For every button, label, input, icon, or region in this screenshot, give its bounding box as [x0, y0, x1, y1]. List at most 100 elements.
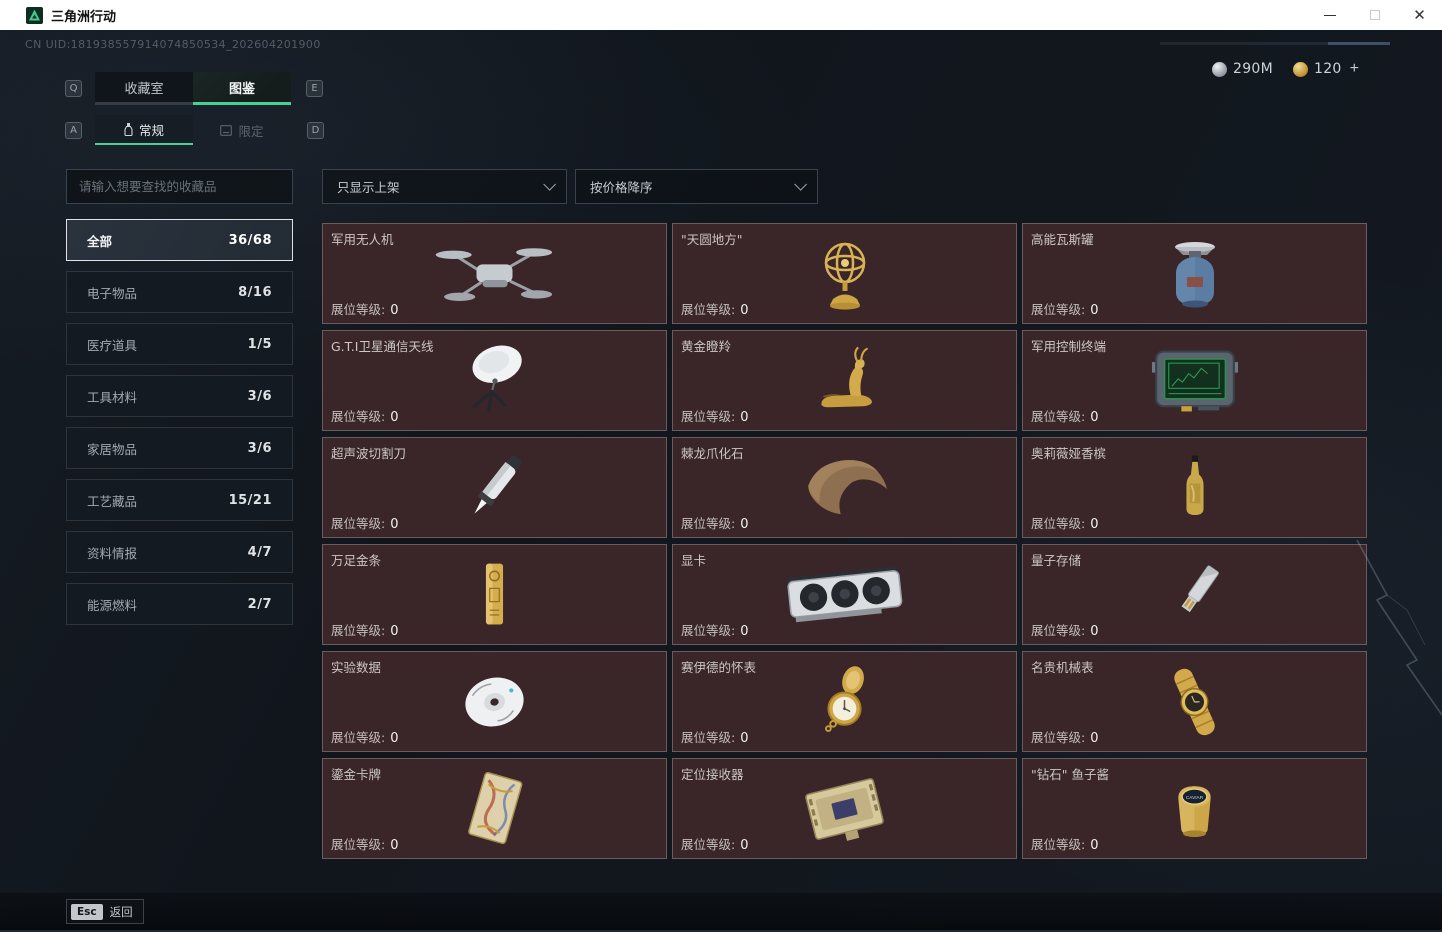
item-level-value: 0: [390, 838, 399, 853]
item-level-row: 展位等级: 0: [331, 834, 399, 853]
filter-dropdown-listed[interactable]: 只显示上架: [322, 169, 567, 204]
minimize-button[interactable]: [1307, 0, 1352, 30]
item-name: 名贵机械表: [1031, 660, 1094, 675]
add-currency-button[interactable]: +: [1348, 60, 1361, 78]
item-name: 军用无人机: [331, 232, 394, 247]
item-level-value: 0: [740, 410, 749, 425]
subtab-regular[interactable]: 常规: [95, 115, 193, 145]
item-level-value: 0: [740, 517, 749, 532]
item-card-12[interactable]: 实验数据 展位等级: 0: [322, 651, 667, 752]
item-card-3[interactable]: G.T.I卫星通信天线 展位等级: 0: [322, 330, 667, 431]
item-name: 显卡: [681, 553, 707, 568]
sidebar-item-label: 全部: [87, 233, 113, 249]
item-name: 赛伊德的怀表: [681, 660, 757, 675]
flask-icon: [124, 122, 133, 136]
item-level-label: 展位等级:: [681, 516, 736, 531]
sidebar-item-2[interactable]: 医疗道具 1/5: [66, 323, 293, 365]
sort-dropdown-price[interactable]: 按价格降序: [575, 169, 818, 204]
item-level-row: 展位等级: 0: [331, 620, 399, 639]
sidebar-item-count: 4/7: [247, 544, 272, 560]
close-icon: ✕: [1413, 6, 1426, 24]
sidebar-item-label: 资料情报: [87, 545, 138, 561]
item-card-15[interactable]: 鎏金卡牌展位等级: 0: [322, 758, 667, 859]
gold-currency: 120 +: [1293, 60, 1361, 78]
item-card-5[interactable]: 军用控制终端 展位等级: 0: [1022, 330, 1367, 431]
item-level-row: 展位等级: 0: [331, 513, 399, 532]
currency-row: 290M 120 +: [1212, 60, 1361, 78]
close-button[interactable]: ✕: [1397, 0, 1442, 30]
sidebar-item-label: 工艺藏品: [87, 493, 138, 509]
sidebar-item-7[interactable]: 能源燃料 2/7: [66, 583, 293, 625]
sidebar-item-count: 3/6: [247, 388, 272, 404]
gold-currency-value: 120: [1314, 61, 1342, 77]
sidebar-item-label: 能源燃料: [87, 597, 138, 613]
item-card-11[interactable]: 量子存储 展位等级: 0: [1022, 544, 1367, 645]
item-level-label: 展位等级:: [331, 837, 386, 852]
chevron-down-icon: [543, 178, 556, 191]
sidebar-item-count: 15/21: [228, 492, 272, 508]
item-card-17[interactable]: CAVIAR "钻石" 鱼子酱 展位等级: 0: [1022, 758, 1367, 859]
item-level-value: 0: [740, 624, 749, 639]
game-screen: CN UID:181938557914074850534_20260420190…: [0, 30, 1442, 932]
item-name: 定位接收器: [681, 767, 744, 782]
item-card-8[interactable]: 奥莉薇娅香槟 展位等级: 0: [1022, 437, 1367, 538]
item-card-0[interactable]: 军用无人机展位等级: 0: [322, 223, 667, 324]
silver-currency: 290M: [1212, 61, 1273, 77]
tab-catalog[interactable]: 图鉴: [193, 72, 291, 105]
sidebar-item-0[interactable]: 全部 36/68: [66, 219, 293, 261]
item-level-row: 展位等级: 0: [331, 299, 399, 318]
item-name: 军用控制终端: [1031, 339, 1107, 354]
item-card-16[interactable]: 定位接收器展位等级: 0: [672, 758, 1017, 859]
item-level-label: 展位等级:: [1031, 837, 1086, 852]
app-window: 三角洲行动 ✕ CN UID:181938557914074850534_202…: [0, 0, 1442, 932]
item-level-row: 展位等级: 0: [331, 406, 399, 425]
player-uid: CN UID:181938557914074850534_20260420190…: [25, 38, 321, 51]
item-card-14[interactable]: 名贵机械表 展位等级: 0: [1022, 651, 1367, 752]
maximize-icon: [1369, 10, 1380, 20]
sidebar-item-count: 2/7: [247, 596, 272, 612]
item-level-label: 展位等级:: [331, 302, 386, 317]
sidebar-item-label: 家居物品: [87, 441, 138, 457]
search-input[interactable]: [66, 169, 293, 204]
sidebar-item-3[interactable]: 工具材料 3/6: [66, 375, 293, 417]
item-level-value: 0: [390, 303, 399, 318]
sidebar-item-label: 工具材料: [87, 389, 138, 405]
sidebar-item-6[interactable]: 资料情报 4/7: [66, 531, 293, 573]
sidebar-item-1[interactable]: 电子物品 8/16: [66, 271, 293, 313]
key-hint-q: Q: [65, 80, 82, 97]
sidebar-item-4[interactable]: 家居物品 3/6: [66, 427, 293, 469]
item-level-row: 展位等级: 0: [681, 834, 749, 853]
back-button[interactable]: Esc 返回: [66, 899, 144, 924]
item-level-value: 0: [1090, 517, 1099, 532]
sidebar-item-count: 8/16: [238, 284, 272, 300]
item-level-row: 展位等级: 0: [1031, 299, 1099, 318]
item-name: 鎏金卡牌: [331, 767, 382, 782]
item-level-row: 展位等级: 0: [681, 513, 749, 532]
item-card-4[interactable]: 黄金瞪羚 展位等级: 0: [672, 330, 1017, 431]
item-level-label: 展位等级:: [1031, 516, 1086, 531]
item-level-label: 展位等级:: [1031, 623, 1086, 638]
item-level-row: 展位等级: 0: [1031, 620, 1099, 639]
item-card-7[interactable]: 棘龙爪化石展位等级: 0: [672, 437, 1017, 538]
maximize-button[interactable]: [1352, 0, 1397, 30]
item-name: 棘龙爪化石: [681, 446, 744, 461]
item-level-value: 0: [1090, 838, 1099, 853]
item-name: 实验数据: [331, 660, 382, 675]
item-card-13[interactable]: 赛伊德的怀表 展位等级: 0: [672, 651, 1017, 752]
sidebar-item-5[interactable]: 工艺藏品 15/21: [66, 479, 293, 521]
subtab-regular-label: 常规: [138, 122, 164, 138]
item-level-label: 展位等级:: [1031, 409, 1086, 424]
subtab-limited[interactable]: 限定: [193, 115, 291, 145]
item-card-2[interactable]: 高能瓦斯罐 展位等级: 0: [1022, 223, 1367, 324]
window-controls: ✕: [1307, 0, 1442, 30]
item-name: 奥莉薇娅香槟: [1031, 446, 1107, 461]
main-tabs: 收藏室 图鉴: [95, 72, 291, 105]
item-card-6[interactable]: 超声波切割刀 展位等级: 0: [322, 437, 667, 538]
item-level-value: 0: [740, 303, 749, 318]
item-card-1[interactable]: "天圆地方" 展位等级: 0: [672, 223, 1017, 324]
item-card-9[interactable]: 万足金条 展位等级: 0: [322, 544, 667, 645]
tab-collection-room[interactable]: 收藏室: [95, 72, 193, 105]
item-level-label: 展位等级:: [1031, 302, 1086, 317]
item-level-label: 展位等级:: [331, 516, 386, 531]
item-card-10[interactable]: 显卡 展位等级: 0: [672, 544, 1017, 645]
